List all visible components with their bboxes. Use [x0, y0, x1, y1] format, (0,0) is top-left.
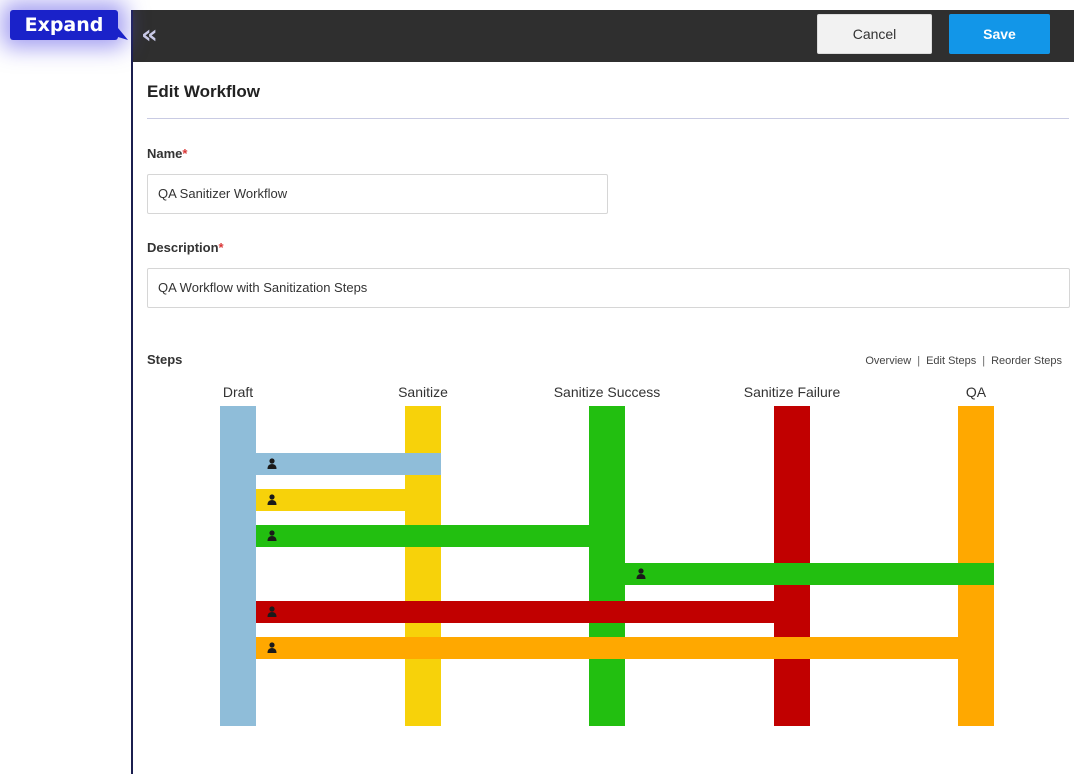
expand-pointer-icon: [118, 28, 128, 40]
required-mark: *: [218, 240, 224, 255]
cancel-button[interactable]: Cancel: [817, 14, 932, 54]
description-label: Description*: [147, 240, 224, 255]
title-divider: [147, 118, 1069, 119]
transition-bar[interactable]: [256, 525, 625, 547]
name-label: Name*: [147, 146, 187, 161]
edit-workflow-panel: « Cancel Save Edit Workflow Name* QA San…: [133, 10, 1074, 774]
transition-sanitize-success-to-qa[interactable]: [625, 563, 994, 585]
transition-draft-to-sanitize[interactable]: [256, 453, 441, 475]
transition-sanitize-success-to-draft[interactable]: [256, 525, 625, 547]
transition-sanitize-failure-to-draft[interactable]: [256, 601, 810, 623]
description-field[interactable]: QA Workflow with Sanitization Steps: [147, 268, 1070, 308]
description-label-text: Description: [147, 240, 219, 255]
steps-label: Steps: [147, 352, 183, 367]
name-label-text: Name: [147, 146, 183, 161]
transition-bar[interactable]: [256, 637, 994, 659]
required-mark: *: [182, 146, 188, 161]
step-lane-sanitize-success[interactable]: [589, 406, 625, 726]
edit-steps-link[interactable]: Edit Steps: [926, 355, 976, 367]
name-field[interactable]: QA Sanitizer Workflow: [147, 174, 608, 214]
overview-link[interactable]: Overview: [865, 355, 911, 367]
transition-bar[interactable]: [256, 489, 441, 511]
transition-bar[interactable]: [256, 453, 441, 475]
expand-badge[interactable]: Expand: [10, 10, 118, 40]
page-title: Edit Workflow: [147, 82, 261, 101]
steps-view-links: Overview | Edit Steps | Reorder Steps: [865, 355, 1062, 367]
collapse-chevrons-icon[interactable]: «: [141, 20, 165, 50]
transition-sanitize-to-draft[interactable]: [256, 489, 441, 511]
reorder-steps-link[interactable]: Reorder Steps: [991, 355, 1062, 367]
workflow-steps-diagram: Draft Sanitize Sanitize Success Sanitize…: [133, 380, 1074, 740]
toolbar: « Cancel Save: [133, 10, 1074, 62]
transition-bar[interactable]: [256, 601, 810, 623]
transition-qa-to-draft[interactable]: [256, 637, 994, 659]
save-button[interactable]: Save: [949, 14, 1050, 54]
transition-bar[interactable]: [625, 563, 994, 585]
step-lane-draft[interactable]: [220, 406, 256, 726]
link-separator: |: [982, 355, 986, 367]
link-separator: |: [917, 355, 921, 367]
workflow-lanes: [220, 406, 994, 726]
